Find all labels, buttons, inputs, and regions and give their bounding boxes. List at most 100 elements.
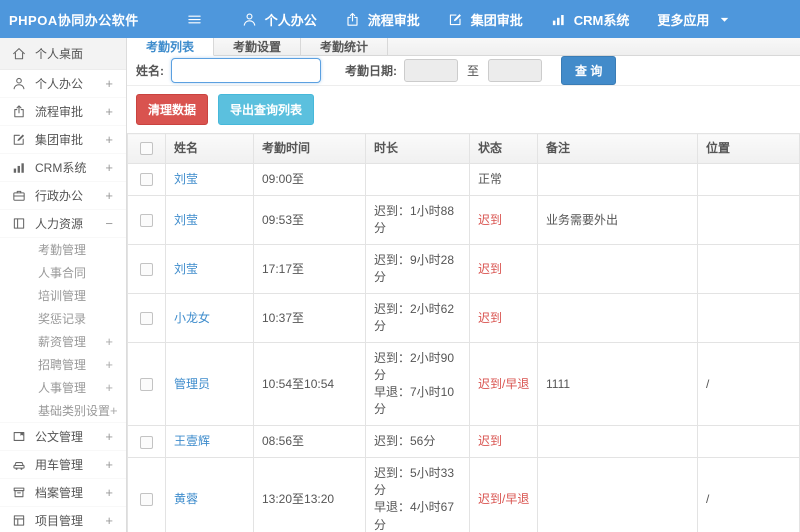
workflow-icon bbox=[345, 11, 361, 27]
expand-indicator: + bbox=[105, 188, 113, 203]
time-cell: 10:37至 bbox=[253, 293, 366, 344]
table-row: 管理员 10:54至10:54 迟到：2小时90分 早退：7小时10分 迟到/早退 11… bbox=[127, 342, 800, 427]
sidebar-subitem[interactable]: 薪资管理 + bbox=[0, 330, 126, 353]
employee-name-link[interactable]: 刘莹 bbox=[174, 213, 198, 227]
table-row: 刘莹 09:53至 迟到：1小时88分 迟到 业务需要外出 bbox=[127, 195, 800, 246]
sidebar-item[interactable]: 个人办公 + bbox=[0, 70, 126, 98]
time-cell: 09:00至 bbox=[253, 163, 366, 197]
sidebar-item-label: 行政办公 bbox=[35, 189, 84, 203]
employee-name-link[interactable]: 小龙女 bbox=[174, 311, 210, 325]
topnav-item[interactable]: 集团审批 bbox=[434, 0, 537, 38]
doc-icon bbox=[12, 430, 26, 444]
time-cell: 10:54至10:54 bbox=[253, 342, 366, 427]
edit-icon bbox=[448, 11, 464, 27]
sidebar-item-label: 流程审批 bbox=[35, 105, 84, 119]
sidebar-item[interactable]: 行政办公 + bbox=[0, 182, 126, 210]
topnav-item[interactable]: 更多应用 bbox=[643, 0, 746, 38]
sidebar-subitem[interactable]: 奖惩记录 bbox=[0, 307, 126, 330]
row-checkbox[interactable] bbox=[140, 493, 153, 507]
expand-indicator: + bbox=[105, 132, 113, 147]
column-header: 位置 bbox=[697, 132, 800, 165]
sidebar-item[interactable]: 公文管理 + bbox=[0, 423, 126, 451]
attendance-table: 姓名 考勤时间 时长 状态 备注 位置 刘莹 09:00至 正常 刘莹 09:53至 迟到：1小时8… bbox=[127, 132, 800, 532]
sidebar-subitem[interactable]: 人事管理 + bbox=[0, 376, 126, 399]
date-from-input[interactable] bbox=[404, 59, 458, 82]
row-checkbox[interactable] bbox=[140, 378, 153, 392]
briefcase-icon bbox=[12, 189, 26, 203]
status-cell: 迟到 bbox=[469, 195, 538, 246]
row-checkbox[interactable] bbox=[140, 435, 153, 449]
column-header: 状态 bbox=[469, 132, 538, 165]
date-to-input[interactable] bbox=[488, 59, 543, 82]
topnav-item[interactable]: CRM系统 bbox=[537, 0, 644, 38]
sidebar-subitem[interactable]: 培训管理 bbox=[0, 284, 126, 307]
sidebar-subitem-label: 薪资管理 bbox=[38, 335, 87, 349]
sidebar-subitem[interactable]: 招聘管理 + bbox=[0, 353, 126, 376]
sidebar-subitem-label: 考勤管理 bbox=[38, 243, 87, 257]
note-cell: 1111 bbox=[537, 342, 698, 427]
sidebar-item[interactable]: 流程审批 + bbox=[0, 98, 126, 126]
row-checkbox[interactable] bbox=[140, 173, 153, 187]
employee-name-link[interactable]: 刘莹 bbox=[174, 262, 198, 276]
caret-down-icon bbox=[716, 11, 732, 27]
main-content: 考勤列表 考勤设置 考勤统计 姓名: 考勤日期: 至 查 询 清理数据 导出查询列表… bbox=[127, 38, 800, 532]
search-button[interactable]: 查 询 bbox=[561, 56, 617, 85]
table-row: 王壹辉 08:56至 迟到：56分 迟到 bbox=[127, 425, 800, 459]
clean-data-button[interactable]: 清理数据 bbox=[136, 94, 209, 125]
name-filter-input[interactable] bbox=[171, 58, 321, 83]
sidebar-subitem[interactable]: 人事合同 bbox=[0, 261, 126, 284]
sidebar-subitem[interactable]: 考勤管理 bbox=[0, 238, 126, 261]
topnav-item-label: 更多应用 bbox=[657, 12, 710, 28]
expand-indicator: + bbox=[105, 513, 113, 528]
employee-name-link[interactable]: 刘莹 bbox=[174, 172, 198, 186]
sidebar-subitem-label: 奖惩记录 bbox=[38, 312, 87, 326]
sidebar-item[interactable]: 用车管理 + bbox=[0, 451, 126, 479]
employee-name-link[interactable]: 黄蓉 bbox=[174, 492, 198, 506]
name-cell: 管理员 bbox=[165, 342, 254, 427]
employee-name-link[interactable]: 管理员 bbox=[174, 377, 210, 391]
column-header: 时长 bbox=[365, 132, 470, 165]
column-header: 姓名 bbox=[165, 132, 254, 165]
sidebar-item[interactable]: 档案管理 + bbox=[0, 479, 126, 507]
duration-cell: 迟到：2小时90分 早退：7小时10分 bbox=[365, 342, 470, 427]
employee-name-link[interactable]: 王壹辉 bbox=[174, 434, 210, 448]
note-cell: 业务需要外出 bbox=[537, 195, 698, 246]
select-all-checkbox[interactable] bbox=[140, 142, 153, 156]
row-checkbox[interactable] bbox=[140, 213, 153, 227]
project-icon bbox=[12, 514, 26, 528]
name-filter-label: 姓名: bbox=[136, 64, 164, 78]
topnav-item-label: CRM系统 bbox=[573, 12, 630, 28]
note-cell bbox=[537, 457, 698, 532]
location-cell bbox=[697, 425, 800, 459]
expand-indicator: − bbox=[105, 216, 113, 231]
note-cell bbox=[537, 425, 698, 459]
export-list-button[interactable]: 导出查询列表 bbox=[218, 94, 315, 125]
expand-indicator: + bbox=[105, 380, 113, 395]
expand-indicator: + bbox=[105, 457, 113, 472]
sidebar-item[interactable]: 项目管理 + bbox=[0, 507, 126, 532]
topnav-item[interactable]: 流程审批 bbox=[331, 0, 434, 38]
workflow-icon bbox=[12, 105, 26, 119]
topnav-item-label: 个人办公 bbox=[264, 12, 317, 28]
sidebar-item[interactable]: 个人桌面 bbox=[0, 38, 126, 70]
sidebar-item[interactable]: 集团审批 + bbox=[0, 126, 126, 154]
sidebar-item[interactable]: 人力资源 − bbox=[0, 210, 126, 238]
tab-考勤统计[interactable]: 考勤统计 bbox=[301, 38, 389, 55]
expand-indicator: + bbox=[110, 403, 118, 418]
tab-考勤设置[interactable]: 考勤设置 bbox=[214, 38, 302, 55]
top-navigation: 个人办公 流程审批 集团审批 CRM系统 更多应用 bbox=[228, 0, 747, 38]
sidebar-item[interactable]: CRM系统 + bbox=[0, 154, 126, 182]
sidebar: 个人桌面 个人办公 + 流程审批 + 集团审批 + CRM系统 + 行政办公 + 人力资源 − 考勤管理人… bbox=[0, 38, 127, 532]
row-checkbox[interactable] bbox=[140, 312, 153, 326]
expand-indicator: + bbox=[105, 334, 113, 349]
chart-icon bbox=[551, 11, 567, 27]
table-row: 黄蓉 13:20至13:20 迟到：5小时33分 早退：4小时67分 迟到/早退 / bbox=[127, 457, 800, 532]
sidebar-subitem-label: 人事管理 bbox=[38, 381, 87, 395]
tab-考勤列表[interactable]: 考勤列表 bbox=[127, 38, 215, 56]
table-body: 刘莹 09:00至 正常 刘莹 09:53至 迟到：1小时88分 迟到 业务需要外出 刘莹 17:… bbox=[127, 163, 800, 532]
topnav-item[interactable]: 个人办公 bbox=[228, 0, 331, 38]
row-checkbox[interactable] bbox=[140, 262, 153, 276]
sidebar-item-label: 人力资源 bbox=[35, 217, 84, 231]
hamburger-icon[interactable] bbox=[187, 12, 202, 27]
sidebar-subitem[interactable]: 基础类别设置 + bbox=[0, 399, 126, 422]
